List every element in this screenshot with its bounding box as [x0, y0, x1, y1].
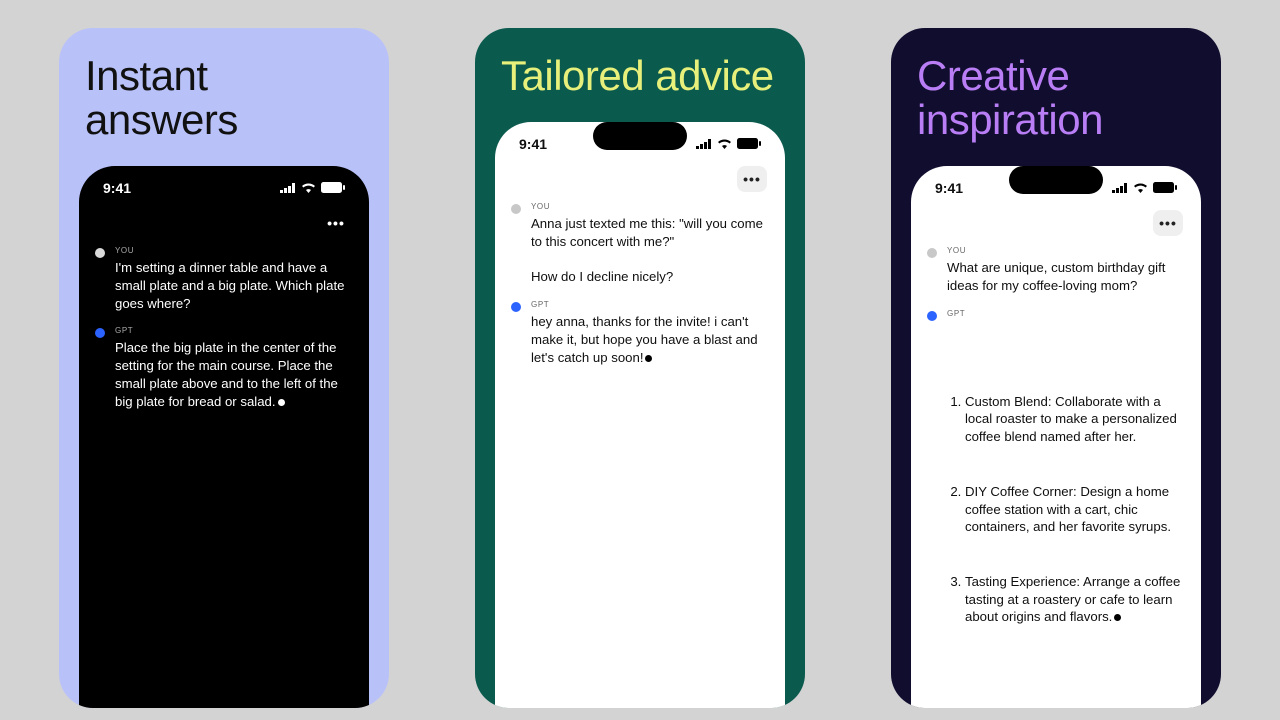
sender-label: GPT — [947, 309, 1185, 320]
chat-top-bar: ••• — [93, 206, 355, 246]
avatar-dot-you — [511, 204, 521, 214]
cursor-icon — [1114, 614, 1121, 621]
message-gpt: GPT Place the big plate in the center of… — [95, 326, 353, 410]
sender-label: YOU — [947, 246, 1185, 257]
sender-label: YOU — [531, 202, 769, 213]
sender-label: GPT — [531, 300, 769, 311]
phone-mock: 9:41 ••• YOU I'm setting a dinner table … — [79, 166, 369, 708]
wifi-icon — [1133, 180, 1148, 196]
message-text: Custom Blend: Collaborate with a local r… — [947, 321, 1185, 698]
chat-top-bar: ••• — [925, 206, 1187, 246]
status-bar: 9:41 — [925, 180, 1187, 206]
status-time: 9:41 — [935, 180, 995, 196]
avatar-dot-you — [927, 248, 937, 258]
sender-label: GPT — [115, 326, 353, 337]
signal-icon — [696, 136, 712, 152]
message-gpt: GPT hey anna, thanks for the invite! i c… — [511, 300, 769, 366]
signal-icon — [1112, 180, 1128, 196]
wifi-icon — [717, 136, 732, 152]
phone-mock: 9:41 ••• YOU Anna just texted me this: "… — [495, 122, 785, 708]
status-time: 9:41 — [519, 136, 579, 152]
avatar-dot-gpt — [927, 311, 937, 321]
list-item: DIY Coffee Corner: Design a home coffee … — [965, 483, 1185, 536]
status-icons — [696, 136, 761, 152]
message-you: YOU What are unique, custom birthday gif… — [927, 246, 1185, 294]
status-icons — [1112, 180, 1177, 196]
status-bar: 9:41 — [93, 180, 355, 206]
more-button[interactable]: ••• — [737, 166, 767, 192]
avatar-dot-gpt — [511, 302, 521, 312]
message-text: What are unique, custom birthday gift id… — [947, 259, 1185, 295]
more-button[interactable]: ••• — [321, 210, 351, 236]
cursor-icon — [645, 355, 652, 362]
card-title: Instant answers — [79, 54, 369, 142]
avatar-dot-gpt — [95, 328, 105, 338]
wifi-icon — [301, 180, 316, 196]
message-you: YOU Anna just texted me this: "will you … — [511, 202, 769, 286]
battery-icon — [321, 180, 345, 196]
status-icons — [280, 180, 345, 196]
battery-icon — [1153, 180, 1177, 196]
status-time: 9:41 — [103, 180, 163, 196]
chat-area: YOU Anna just texted me this: "will you … — [509, 202, 771, 708]
card-title: Creative inspiration — [911, 54, 1201, 142]
cursor-icon — [278, 399, 285, 406]
signal-icon — [280, 180, 296, 196]
list-item: Tasting Experience: Arrange a coffee tas… — [965, 573, 1185, 626]
promo-card-tailored-advice: Tailored advice 9:41 ••• YOU Anna just t… — [475, 28, 805, 708]
promo-card-creative-inspiration: Creative inspiration 9:41 ••• YOU What a… — [891, 28, 1221, 708]
message-text: hey anna, thanks for the invite! i can't… — [531, 313, 769, 366]
message-text: Anna just texted me this: "will you come… — [531, 215, 769, 286]
chat-top-bar: ••• — [509, 162, 771, 202]
more-button[interactable]: ••• — [1153, 210, 1183, 236]
card-title: Tailored advice — [495, 54, 785, 98]
sender-label: YOU — [115, 246, 353, 257]
chat-area: YOU I'm setting a dinner table and have … — [93, 246, 355, 708]
message-text: I'm setting a dinner table and have a sm… — [115, 259, 353, 312]
message-text: Place the big plate in the center of the… — [115, 339, 353, 410]
avatar-dot-you — [95, 248, 105, 258]
chat-area: YOU What are unique, custom birthday gif… — [925, 246, 1187, 708]
message-you: YOU I'm setting a dinner table and have … — [95, 246, 353, 312]
phone-mock: 9:41 ••• YOU What are unique, custom bir… — [911, 166, 1201, 708]
battery-icon — [737, 136, 761, 152]
gpt-answer-list: Custom Blend: Collaborate with a local r… — [947, 357, 1185, 663]
list-item: Custom Blend: Collaborate with a local r… — [965, 393, 1185, 446]
promo-card-instant-answers: Instant answers 9:41 ••• YOU I'm setting… — [59, 28, 389, 708]
status-bar: 9:41 — [509, 136, 771, 162]
message-gpt: GPT Custom Blend: Collaborate with a loc… — [927, 309, 1185, 699]
